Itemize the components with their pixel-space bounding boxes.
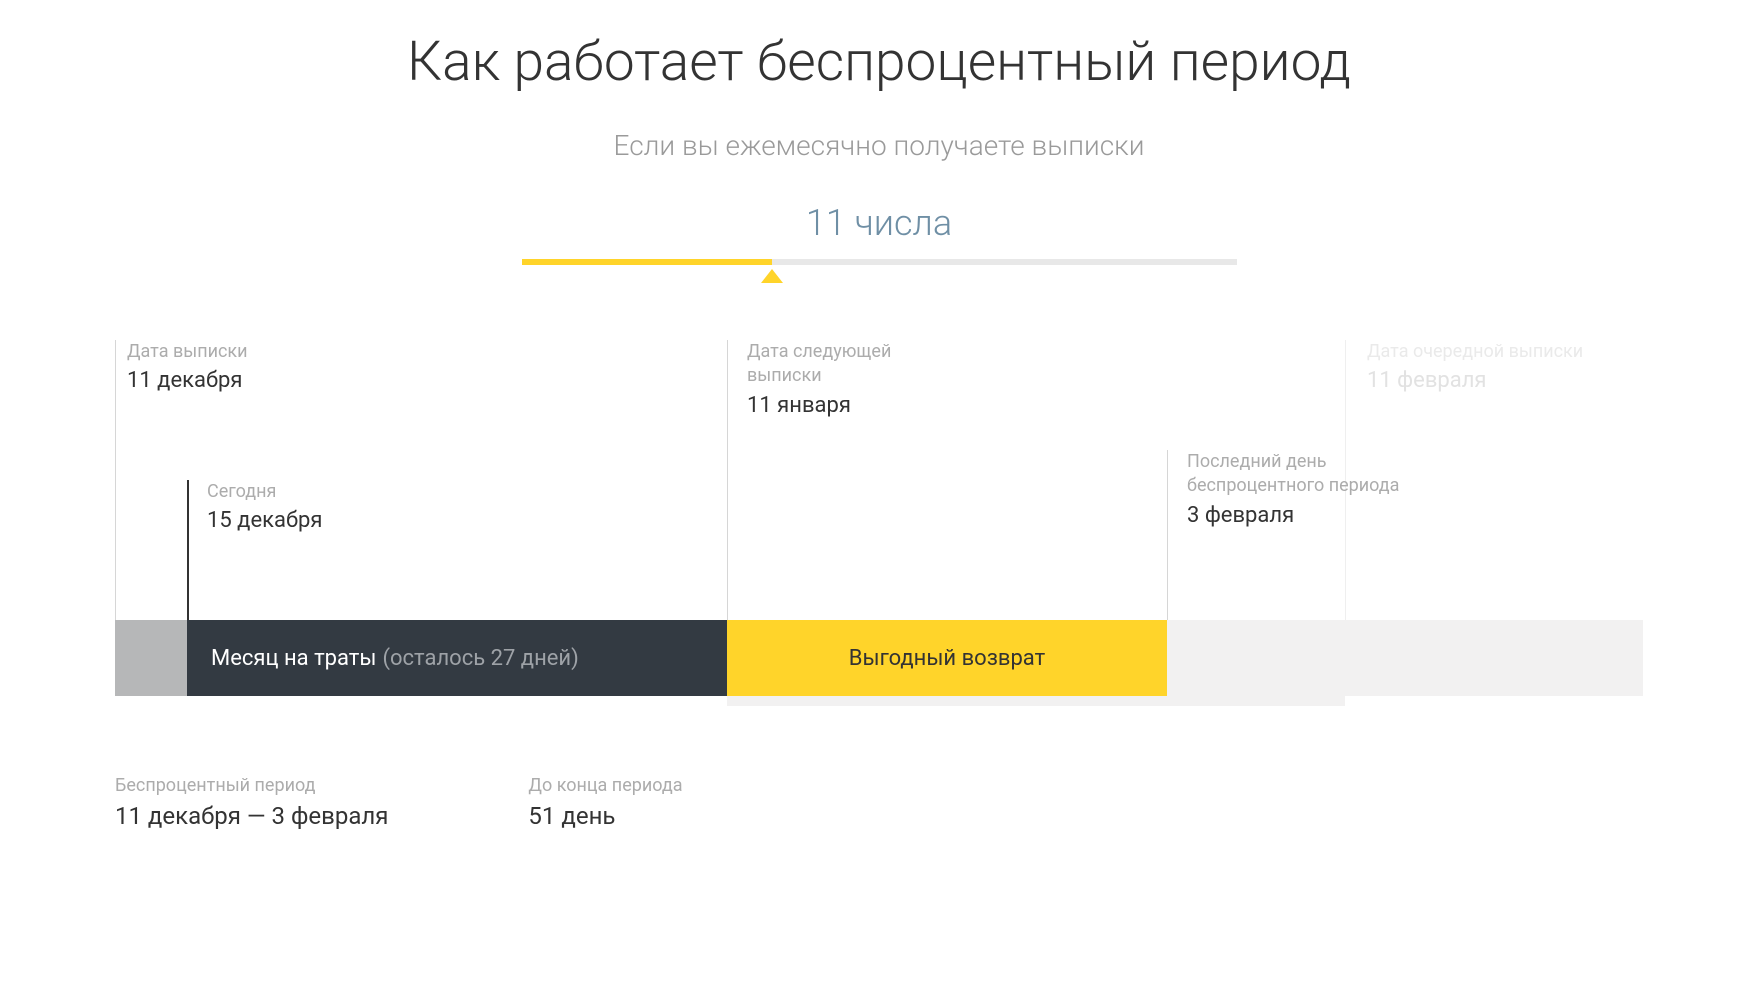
marker-label: Дата выписки [127,340,248,364]
summary-value: 11 декабря — 3 февраля [115,802,388,830]
summary-label: До конца периода [528,775,682,796]
segment-after [1167,620,1643,696]
marker-next-statement: Дата следующей выписки 11 января [735,340,945,418]
marker-label: Дата следующей выписки [747,340,945,389]
segment-return: Выгодный возврат [727,620,1167,696]
segment-return-title: Выгодный возврат [849,646,1045,671]
slider-track [522,259,1237,265]
marker-statement: Дата выписки 11 декабря [115,340,248,393]
slider-thumb-icon[interactable] [761,269,783,283]
segment-spend-remaining: (осталось 27 дней) [382,646,578,671]
summary-period: Беспроцентный период 11 декабря — 3 февр… [115,775,388,830]
page-title: Как работает беспроцентный период [0,30,1758,94]
marker-value: 11 февраля [1367,368,1583,393]
marker-label: Дата очередной выписки [1367,340,1583,364]
statement-day-label: 11 числа [0,202,1758,244]
marker-value: 15 декабря [207,508,322,533]
marker-value: 11 декабря [127,368,248,393]
summary-label: Беспроцентный период [115,775,388,796]
marker-last-day: Последний день беспроцентного периода 3 … [1175,450,1435,528]
grace-period-timeline: Дата выписки 11 декабря Сегодня 15 декаб… [115,340,1643,715]
marker-value: 11 января [747,393,945,418]
guide-today [187,480,189,620]
summary-row: Беспроцентный период 11 декабря — 3 февр… [115,775,1643,830]
marker-label: Последний день беспроцентного периода [1187,450,1435,499]
marker-label: Сегодня [207,480,322,504]
slider-fill [522,259,772,265]
segment-before-today [115,620,187,696]
statement-day-slider[interactable] [522,259,1237,265]
page-subtitle: Если вы ежемесячно получаете выписки [0,129,1758,162]
marker-today: Сегодня 15 декабря [195,480,322,533]
marker-value: 3 февраля [1187,503,1435,528]
segment-spend-title: Месяц на траты [211,646,376,671]
page-container: Как работает беспроцентный период Если в… [0,0,1758,830]
segment-shadow [727,696,1345,706]
segment-spend-month: Месяц на траты (осталось 27 дней) [187,620,727,696]
marker-future-statement: Дата очередной выписки 11 февраля [1355,340,1583,393]
summary-value: 51 день [528,802,682,830]
summary-remaining: До конца периода 51 день [528,775,682,830]
